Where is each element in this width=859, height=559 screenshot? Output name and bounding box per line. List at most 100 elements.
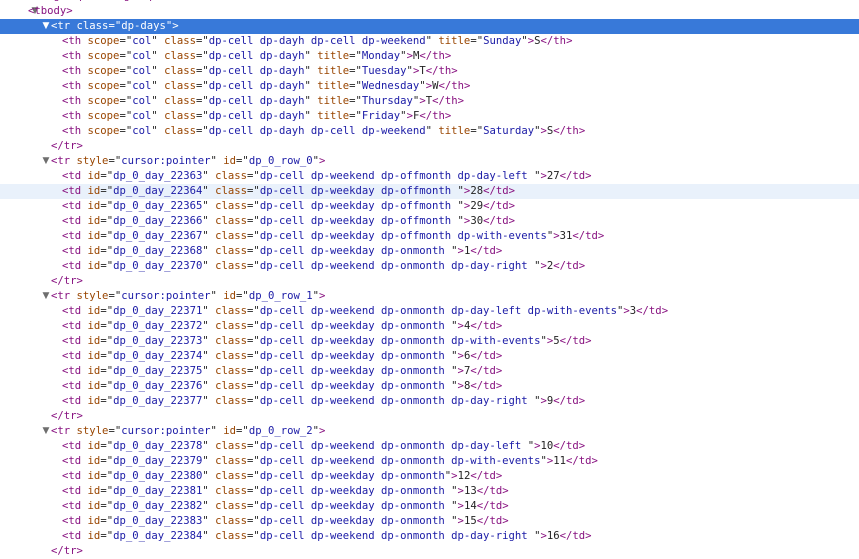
attribute-punctuation: =": [100, 440, 114, 452]
dom-node-line[interactable]: <td id="dp_0_day_22371" class="dp-cell d…: [0, 304, 859, 319]
attribute-name: id: [87, 395, 101, 407]
tag-name: th: [553, 35, 567, 47]
dom-node-line[interactable]: <td id="dp_0_day_22378" class="dp-cell d…: [0, 439, 859, 454]
dom-node-line[interactable]: <td id="dp_0_day_22380" class="dp-cell d…: [0, 469, 859, 484]
tag-name: th: [432, 110, 445, 122]
node-markup: <td id="dp_0_day_22384" class="dp-cell d…: [62, 529, 592, 544]
attribute-punctuation: =": [100, 335, 114, 347]
dom-node-line[interactable]: <td id="dp_0_day_22376" class="dp-cell d…: [0, 379, 859, 394]
tag-name: td: [495, 215, 509, 227]
attribute-punctuation: =": [349, 95, 362, 107]
dom-node-line[interactable]: <th scope="col" class="dp-cell dp-dayh d…: [0, 34, 859, 49]
node-markup: <td id="dp_0_day_22371" class="dp-cell d…: [62, 304, 668, 319]
dom-node-line[interactable]: <td id="dp_0_day_22364" class="dp-cell d…: [0, 184, 859, 199]
dom-node-line[interactable]: <th scope="col" class="dp-cell dp-dayh" …: [0, 49, 859, 64]
tag-name: td: [585, 230, 598, 242]
attribute-punctuation: =": [196, 95, 209, 107]
attribute-punctuation: =": [247, 215, 260, 227]
tag-punctuation: </: [470, 245, 484, 257]
tag-punctuation: >: [591, 455, 598, 467]
attribute-punctuation: =": [236, 290, 249, 302]
raw-markup: <colgroup></colgroup>: [28, 0, 162, 2]
tag-punctuation: >: [508, 185, 515, 197]
dom-node-line[interactable]: ▼ <tbody>: [0, 4, 859, 19]
tag-punctuation: >: [444, 50, 452, 62]
tag-punctuation: >: [76, 545, 83, 557]
dom-node-line[interactable]: <td id="dp_0_day_22384" class="dp-cell d…: [0, 529, 859, 544]
tag-punctuation: >: [502, 515, 509, 527]
dom-node-line[interactable]: <td id="dp_0_day_22372" class="dp-cell d…: [0, 319, 859, 334]
node-markup: <td id="dp_0_day_22363" class="dp-cell d…: [62, 169, 592, 184]
dom-node-line[interactable]: </tr>: [0, 409, 859, 424]
dom-node-line[interactable]: ▼ <tr style="cursor:pointer" id="dp_0_row…: [0, 154, 859, 169]
dom-node-line[interactable]: <td id="dp_0_day_22373" class="dp-cell d…: [0, 334, 859, 349]
dom-node-line[interactable]: </tr>: [0, 139, 859, 154]
dom-node-line[interactable]: <th scope="col" class="dp-cell dp-dayh" …: [0, 64, 859, 79]
dom-node-line[interactable]: <td id="dp_0_day_22375" class="dp-cell d…: [0, 364, 859, 379]
dom-node-line[interactable]: <th scope="col" class="dp-cell dp-dayh" …: [0, 94, 859, 109]
node-markup: <td id="dp_0_day_22382" class="dp-cell d…: [62, 499, 509, 514]
dom-node-line[interactable]: <td id="dp_0_day_22370" class="dp-cell d…: [0, 259, 859, 274]
attribute-value: dp-cell dp-weekday dp-offmonth: [259, 215, 458, 227]
node-markup: <th scope="col" class="dp-cell dp-dayh d…: [62, 34, 572, 49]
expand-triangle-icon[interactable]: ▼: [41, 154, 51, 169]
attribute-value: cursor:pointer: [121, 155, 211, 167]
dom-node-line[interactable]: <td id="dp_0_day_22377" class="dp-cell d…: [0, 394, 859, 409]
attribute-punctuation: =": [196, 50, 209, 62]
expand-triangle-icon[interactable]: ▼: [41, 289, 51, 304]
tag-punctuation: >: [495, 245, 503, 257]
attribute-punctuation: =": [108, 20, 122, 32]
dom-node-line[interactable]: <td id="dp_0_day_22367" class="dp-cell d…: [0, 229, 859, 244]
tag-name: td: [483, 320, 496, 332]
node-markup: <tr style="cursor:pointer" id="dp_0_row_…: [51, 154, 325, 169]
tag-name: td: [68, 350, 82, 362]
attribute-name: scope: [87, 80, 120, 92]
attribute-punctuation: =": [349, 65, 362, 77]
dom-node-line[interactable]: <td id="dp_0_day_22382" class="dp-cell d…: [0, 499, 859, 514]
attribute-name: class: [215, 455, 248, 467]
dom-node-line[interactable]: <td id="dp_0_day_22368" class="dp-cell d…: [0, 244, 859, 259]
attribute-name: scope: [87, 125, 120, 137]
tag-name: th: [68, 110, 82, 122]
dom-node-line[interactable]: <td id="dp_0_day_22379" class="dp-cell d…: [0, 454, 859, 469]
dom-node-line[interactable]: <td id="dp_0_day_22363" class="dp-cell d…: [0, 169, 859, 184]
attribute-value: dp-cell dp-weekday dp-onmonth: [259, 245, 452, 257]
expand-triangle-icon[interactable]: ▼: [41, 424, 51, 439]
dom-node-line[interactable]: <td id="dp_0_day_22366" class="dp-cell d…: [0, 214, 859, 229]
attribute-name: class: [215, 365, 248, 377]
dom-node-line[interactable]: <th scope="col" class="dp-cell dp-dayh d…: [0, 124, 859, 139]
dom-node-line[interactable]: <th scope="col" class="dp-cell dp-dayh" …: [0, 109, 859, 124]
attribute-value: dp-cell dp-weekend dp-onmonth dp-with-ev…: [259, 455, 541, 467]
dom-node-line[interactable]: <td id="dp_0_day_22383" class="dp-cell d…: [0, 514, 859, 529]
dom-node-line[interactable]: </tr>: [0, 274, 859, 289]
tag-punctuation: </: [470, 350, 484, 362]
dom-node-line[interactable]: <td id="dp_0_day_22374" class="dp-cell d…: [0, 349, 859, 364]
tag-name: th: [68, 80, 82, 92]
tag-name: tr: [63, 545, 77, 557]
node-markup: <td id="dp_0_day_22383" class="dp-cell d…: [62, 514, 509, 529]
attribute-punctuation: =": [236, 155, 249, 167]
tag-name: tr: [57, 425, 71, 437]
tag-name: tr: [63, 275, 77, 287]
node-markup: </tr>: [51, 409, 83, 424]
elements-tree[interactable]: <colgroup></colgroup> ▼<tbody>▼<tr class=…: [0, 0, 859, 559]
attribute-name: style: [76, 290, 109, 302]
tag-punctuation: </: [566, 455, 579, 467]
attribute-name: class: [215, 170, 248, 182]
node-markup: <td id="dp_0_day_22365" class="dp-cell d…: [62, 199, 515, 214]
dom-node-line[interactable]: ▼ <tr style="cursor:pointer" id="dp_0_row…: [0, 289, 859, 304]
attribute-punctuation: =": [119, 65, 133, 77]
dom-node-line[interactable]: <td id="dp_0_day_22381" class="dp-cell d…: [0, 484, 859, 499]
attribute-punctuation: =": [349, 110, 362, 122]
tag-name: td: [483, 350, 496, 362]
dom-node-line[interactable]: <th scope="col" class="dp-cell dp-dayh" …: [0, 79, 859, 94]
dom-node-line[interactable]: ▼ <tr style="cursor:pointer" id="dp_0_row…: [0, 424, 859, 439]
attribute-value: dp_0_day_22378: [113, 440, 203, 452]
attribute-name: class: [164, 95, 197, 107]
expand-triangle-icon[interactable]: ▼: [41, 19, 51, 34]
dom-node-line[interactable]: ▼ <tr class="dp-days">: [0, 19, 859, 34]
node-markup: <td id="dp_0_day_22380" class="dp-cell d…: [62, 469, 502, 484]
attribute-punctuation: =": [247, 230, 260, 242]
tag-name: td: [68, 245, 82, 257]
dom-node-line[interactable]: <td id="dp_0_day_22365" class="dp-cell d…: [0, 199, 859, 214]
